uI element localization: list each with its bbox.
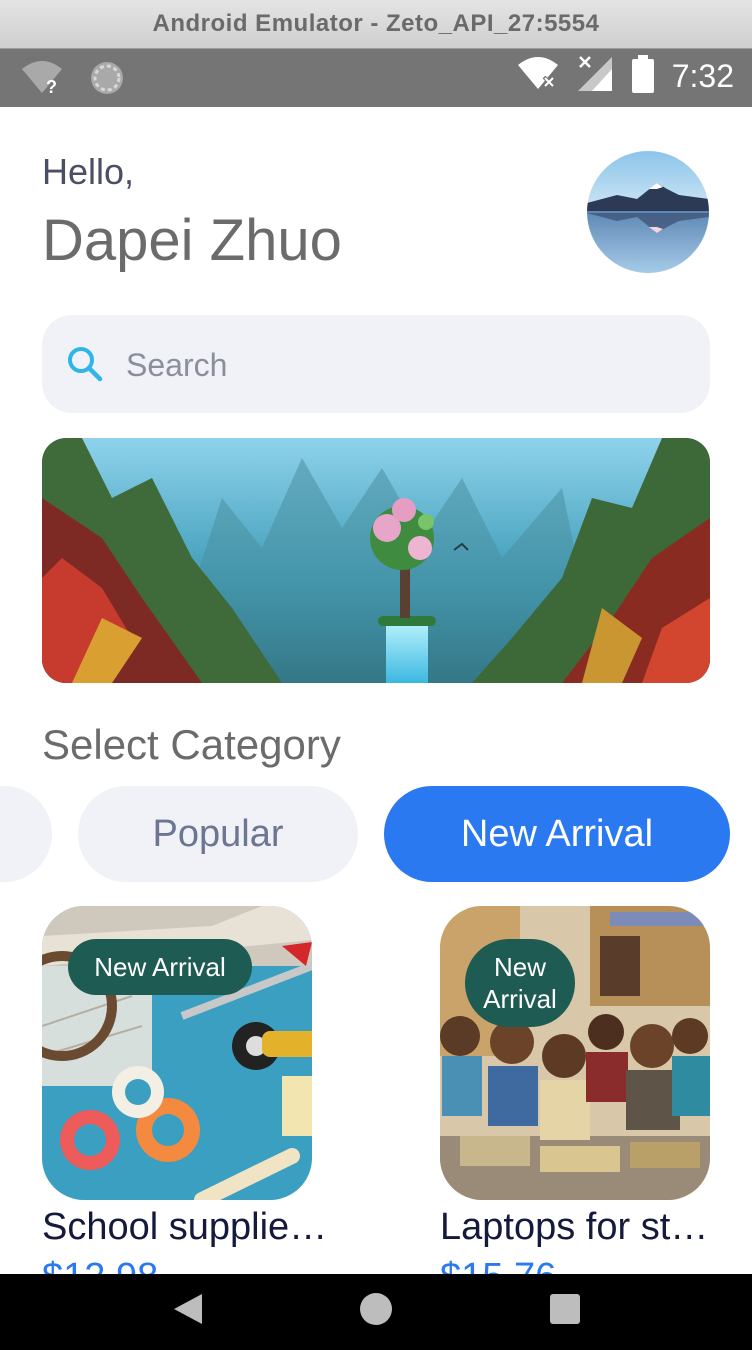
status-bar: ? 7:32 bbox=[0, 49, 752, 107]
home-icon[interactable] bbox=[359, 1292, 393, 1331]
wifi-off-icon bbox=[516, 55, 560, 98]
new-arrival-badge: New Arrival bbox=[465, 939, 575, 1027]
user-name: Dapei Zhuo bbox=[42, 208, 342, 273]
product-title[interactable]: School supplie… bbox=[42, 1206, 332, 1249]
app-screen: Hello, Dapei Zhuo Search Select Category… bbox=[0, 107, 752, 1274]
product-price: $15.76 bbox=[440, 1256, 556, 1274]
product-image[interactable]: New Arrival bbox=[42, 906, 312, 1200]
search-icon bbox=[66, 345, 104, 388]
emulator-title: Android Emulator - Zeto_API_27:5554 bbox=[152, 10, 600, 37]
battery-icon bbox=[631, 55, 654, 98]
wifi-unknown-icon: ? bbox=[20, 59, 64, 102]
category-chip-label: Popular bbox=[152, 812, 284, 855]
avatar[interactable] bbox=[587, 151, 709, 273]
product-card[interactable]: New Arrival School supplie… $12.98 bbox=[42, 906, 327, 1274]
sync-icon bbox=[88, 59, 126, 102]
navigation-bar bbox=[0, 1274, 752, 1350]
emulator-title-bar: Android Emulator - Zeto_API_27:5554 bbox=[0, 0, 752, 49]
product-image[interactable]: New Arrival bbox=[440, 906, 710, 1200]
status-time: 7:32 bbox=[671, 58, 734, 94]
category-title: Select Category bbox=[42, 721, 341, 768]
search-input[interactable] bbox=[124, 339, 688, 391]
search-bar[interactable] bbox=[42, 315, 710, 413]
new-arrival-badge: New Arrival bbox=[68, 939, 252, 995]
signal-off-icon bbox=[577, 55, 614, 98]
product-price: $12.98 bbox=[42, 1256, 158, 1274]
category-chip-popular[interactable]: Popular bbox=[78, 786, 358, 882]
product-card[interactable]: New Arrival Laptops for st… $15.76 bbox=[440, 906, 710, 1274]
back-icon[interactable] bbox=[172, 1292, 204, 1331]
product-title[interactable]: Laptops for st… bbox=[440, 1206, 730, 1249]
recents-icon[interactable] bbox=[549, 1292, 581, 1331]
category-chip-label: New Arrival bbox=[460, 812, 654, 855]
category-chip-partial[interactable] bbox=[0, 786, 52, 882]
banner-image[interactable] bbox=[42, 438, 710, 683]
category-chip-new-arrival[interactable]: New Arrival bbox=[384, 786, 730, 882]
svg-text:?: ? bbox=[46, 77, 57, 97]
greeting-text: Hello, bbox=[42, 151, 135, 192]
